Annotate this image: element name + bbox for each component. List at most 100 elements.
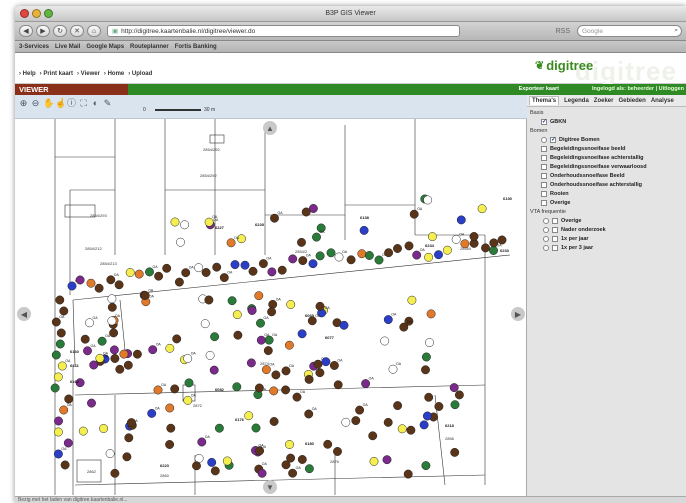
zoom-in-icon[interactable]: ⊕ [19,99,28,108]
layer-group-title[interactable]: Basis [527,110,686,116]
layer-checkbox[interactable] [552,236,558,242]
layer-item[interactable]: Begeleidingssnoeifase beeld [527,146,686,152]
search-input[interactable]: Google ⌕ [577,25,682,37]
scale-bar [155,109,201,111]
bookmark-item[interactable]: Google Maps [86,44,124,50]
login-status[interactable]: Ingelogd als: beheerder | Uitloggen [592,84,684,95]
layer-checkbox[interactable] [541,164,547,170]
layer-radio[interactable] [543,227,549,233]
menu-print[interactable]: › Print kaart [40,71,73,77]
tree-id-label: 6130 [503,196,513,201]
pan-down-icon[interactable]: ▼ [263,480,277,494]
map-view[interactable]: 2854/292 2854/292 2854/293 2854/212 2854/213… [15,95,527,496]
home-button[interactable]: ⌂ [87,25,101,37]
tab-zoeker[interactable]: Zoeker [594,98,614,104]
layer-checkbox[interactable] [541,191,547,197]
layer-checkbox[interactable] [552,245,558,251]
tab-gebieden[interactable]: Gebieden [618,98,645,104]
layer-group-title[interactable]: VTA frequentie [527,209,686,215]
layer-checkbox[interactable] [541,173,547,179]
tree-marker [162,263,172,273]
layer-item[interactable]: Overige [527,200,686,206]
zoom-out-icon[interactable]: ⊖ [31,99,40,108]
layer-checkbox[interactable] [541,182,547,188]
full-extent-icon[interactable]: ⛶ [79,99,88,108]
previous-view-icon[interactable]: ◐ [91,99,100,108]
layer-label: Begeleidingssnoeifase verwaarloosd [550,164,647,170]
menu-help[interactable]: › Help [19,71,36,77]
address-bar[interactable]: ▣ http://digitree.kaartenbalie.nl/digitr… [107,25,460,37]
layer-label: Overige [550,200,571,206]
tree-marker [254,291,264,301]
tree-marker [450,447,460,457]
layer-item[interactable]: Onderhoudssnoeifase achterstallig [527,182,686,188]
menu-viewer[interactable]: › Viewer [77,71,100,77]
tab-analyse[interactable]: Analyse [651,98,674,104]
bookmark-item[interactable]: 3-Services [19,44,49,50]
pan-right-icon[interactable]: ▶ [511,307,525,321]
reload-button[interactable]: ↻ [53,25,67,37]
tree-id-label: 6161 [70,363,80,368]
tree-marker [89,360,99,370]
tree-marker [165,440,175,449]
tree-marker [53,427,63,437]
layer-item[interactable]: Nader onderzoek [527,227,686,233]
layer-item[interactable]: Onderhoudssnoeifase Beeld [527,173,686,179]
layer-radio[interactable] [543,245,549,251]
forward-button[interactable]: ▶ [36,25,50,37]
export-map-link[interactable]: Exporteer kaart [519,84,559,95]
tree-marker [212,262,222,272]
layer-item[interactable]: Begeleidingssnoeifase achterstallig [527,155,686,161]
parcel-label: 2854/293 [90,213,107,218]
layer-checkbox[interactable] [541,200,547,206]
parcel-label: 2856 [445,436,455,441]
tree-marker [115,364,125,374]
layer-checkbox[interactable] [552,227,558,233]
layer-item[interactable]: 1x per 3 jaar [527,245,686,251]
pan-up-icon[interactable]: ▲ [263,121,277,135]
layer-item[interactable]: Rooien [527,191,686,197]
layer-checkbox[interactable] [541,155,547,161]
menu-upload[interactable]: › Upload [128,71,152,77]
layer-label: Onderhoudssnoeifase Beeld [550,173,625,179]
select-icon[interactable]: ☝ [55,99,66,108]
pan-icon[interactable]: ✋ [43,99,54,108]
tree-marker [174,277,184,287]
tab-themas[interactable]: Thema's [529,96,560,105]
layer-radio[interactable] [543,218,549,224]
bookmark-item[interactable]: Routeplanner [130,44,169,50]
back-button[interactable]: ◀ [19,25,33,37]
layer-checkbox[interactable]: ✓ [550,137,556,143]
layer-item[interactable]: Overige [527,218,686,224]
layer-checkbox[interactable] [541,146,547,152]
info-icon[interactable]: ⓘ [67,99,76,108]
tab-legenda[interactable]: Legenda [564,98,589,104]
tree-marker [388,364,398,374]
tree-marker [105,449,115,459]
tree-marker [456,215,466,225]
layer-radio[interactable] [541,137,547,143]
tree-marker [304,374,314,384]
tree-marker [304,409,314,419]
tree-marker [368,431,378,441]
layer-item[interactable]: ✓ GBKN [527,119,686,125]
layer-checkbox[interactable] [552,218,558,224]
layer-item[interactable]: Begeleidingssnoeifase verwaarloosd [527,164,686,170]
tree-label: OA [105,334,111,338]
pan-left-icon[interactable]: ◀ [17,307,31,321]
layer-radio[interactable] [543,236,549,242]
layer-item[interactable]: 1x per jaar [527,236,686,242]
menu-home[interactable]: › Home [104,71,124,77]
tree-marker [134,269,144,279]
bookmark-item[interactable]: Live Mail [55,44,80,50]
layer-group-title[interactable]: Bomen [527,128,686,134]
tree-marker [99,424,109,433]
rss-icon[interactable]: RSS [556,28,570,35]
map-canvas[interactable]: 2854/292 2854/292 2854/293 2854/212 2854/213… [15,95,527,496]
bookmark-item[interactable]: Fortis Banking [175,44,217,50]
layer-item[interactable]: ✓ Digitree Bomen [527,137,686,143]
measure-icon[interactable]: ✎ [103,99,112,108]
stop-button[interactable]: ✕ [70,25,84,37]
layer-label: Rooien [550,191,569,197]
layer-checkbox[interactable]: ✓ [541,119,547,125]
